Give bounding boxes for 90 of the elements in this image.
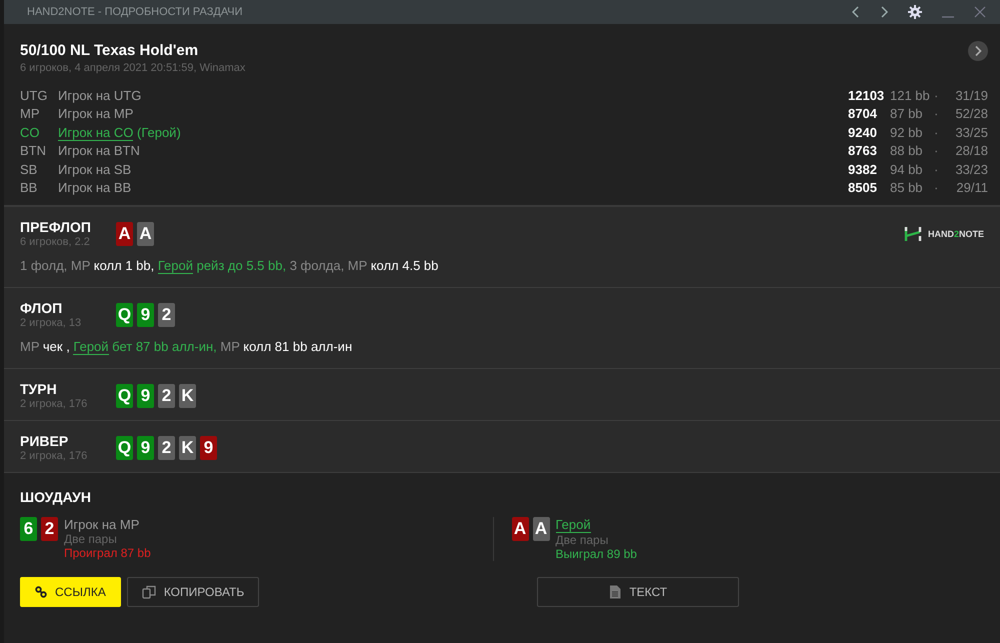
copy-button[interactable]: КОПИРОВАТЬ [126,577,260,607]
copy-icon [142,585,156,599]
separator-dot: · [934,180,940,196]
action-line: MP чек , Герой бет 87 bb алл-ин, MP колл 81 bb алл-ин [20,339,354,354]
stack-bb: 92 bb [890,124,924,140]
street-name: ТУРН [20,381,58,397]
stack-bb: 87 bb [890,106,924,122]
back-icon[interactable] [852,6,860,18]
text-button[interactable]: ТЕКСТ [537,577,740,607]
settings-icon[interactable] [908,5,922,19]
hero-tag: (Герой) [133,124,181,140]
player-link[interactable]: Игрок на CO [58,124,134,141]
street-name: РИВЕР [20,433,70,449]
player-stats: 31/19 [954,88,988,103]
stack-value: 9382 [848,162,878,177]
hand-rank: Две пары [556,533,608,547]
stack-value: 8704 [848,106,878,122]
player-link[interactable]: Игрок на MP [58,106,134,122]
street-info: 2 игрока, 13 [20,317,82,329]
stack-bb: 85 bb [890,180,924,196]
street-name: ПРЕФЛОП [20,219,92,235]
player-name: Игрок на MP [64,517,140,532]
position-label: UTG [20,88,48,103]
logo-icon [904,224,922,242]
next-hand-button[interactable] [968,41,988,61]
separator-dot: · [934,124,940,140]
player-link[interactable]: Игрок на BB [58,180,132,196]
playing-card: 2 [158,302,175,326]
logo-wordmark: HAND2NOTE [928,228,984,238]
stack-bb: 88 bb [890,143,924,158]
stack-value: 12103 [848,88,886,103]
window-title: HAND2NOTE - ПОДРОБНОСТИ РАЗДАЧИ [27,6,243,18]
playing-card: 2 [158,384,175,408]
hero-link[interactable]: Герой [73,339,109,355]
hand-rank: Две пары [64,532,117,546]
playing-card: Q [116,302,133,326]
action-line: 1 фолд, MP колл 1 bb, Герой рейз до 5.5 bb, 3 фолда, MP колл 4.5 bb [20,258,440,273]
link-button[interactable]: ССЫЛКА [20,577,121,607]
playing-card: K [179,384,196,408]
street-info: 2 игрока, 176 [20,450,88,462]
playing-card: A [116,222,133,246]
playing-card: Q [116,436,133,460]
street-info: 6 игроков, 2.2 [20,236,91,248]
player-stats: 52/28 [954,106,988,122]
link-icon [35,586,47,598]
stack-value: 8505 [848,180,878,196]
position-label: CO [20,124,40,140]
hand-subtitle: 6 игроков, 4 апреля 2021 20:51:59, Winamax [20,62,246,74]
player-stats: 33/23 [954,162,988,177]
document-icon [609,585,622,599]
result-text: Выиграл 89 bb [556,547,637,561]
position-label: MP [20,106,40,122]
playing-card: 2 [41,517,58,541]
street-info: 2 игрока, 176 [20,398,88,410]
stack-bb: 121 bb [890,88,931,103]
player-stats: 28/18 [954,143,988,158]
position-label: BB [20,180,38,196]
player-stats: 33/25 [954,124,988,140]
player-link[interactable]: Игрок на UTG [58,88,142,103]
street-name: ФЛОП [20,300,64,316]
playing-card: 9 [137,384,154,408]
playing-card: A [137,222,154,246]
playing-card: K [179,436,196,460]
result-text: Проиграл 87 bb [64,546,151,560]
hero-link[interactable]: Герой [158,258,193,274]
player-name[interactable]: Герой [556,517,591,533]
stack-bb: 94 bb [890,162,924,177]
playing-card: 6 [20,517,37,541]
player-link[interactable]: Игрок на SB [58,162,132,177]
playing-card: 9 [137,302,154,326]
stack-value: 8763 [848,143,878,158]
separator-dot: · [934,162,940,177]
separator-dot: · [934,88,940,103]
forward-icon[interactable] [880,6,888,18]
stack-value: 9240 [848,124,878,140]
playing-card: 9 [200,436,217,460]
close-icon[interactable] [974,6,986,18]
playing-card: 9 [137,436,154,460]
separator-dot: · [934,106,940,122]
position-label: BTN [20,143,47,158]
playing-card: A [512,517,528,541]
showdown-title: ШОУДАУН [20,489,92,505]
playing-card: 2 [158,436,175,460]
hand-title: 50/100 NL Texas Hold'em [20,42,200,59]
separator-dot: · [934,143,940,158]
player-link[interactable]: Игрок на BTN [58,143,140,158]
position-label: SB [20,162,38,177]
playing-card: Q [116,384,133,408]
playing-card: A [532,517,550,541]
player-stats: 29/11 [955,180,988,196]
